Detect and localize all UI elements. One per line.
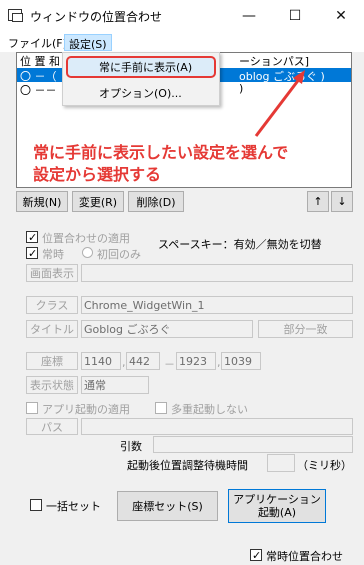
delete-button[interactable]: 削除(D) bbox=[128, 191, 184, 212]
bulk-set-label: 一括セット bbox=[46, 500, 101, 513]
first-only-radio[interactable] bbox=[82, 247, 93, 258]
apply-app-launch-checkbox[interactable] bbox=[26, 402, 38, 414]
title-label: タイトル bbox=[26, 320, 78, 338]
title-field[interactable]: Goblog ごぶろぐ bbox=[81, 320, 253, 338]
partial-match-box[interactable]: 部分一致 bbox=[258, 320, 353, 338]
coord-set-button[interactable]: 座標セット(S) bbox=[117, 491, 218, 521]
edit-button[interactable]: 変更(R) bbox=[72, 191, 124, 212]
annotation-text: 常に手前に表示したい設定を選んで 設定から選択する bbox=[33, 142, 343, 186]
coords-label: 座標 bbox=[26, 352, 78, 370]
display-state-select[interactable]: 通常 bbox=[81, 376, 149, 394]
class-label: クラス bbox=[26, 296, 78, 314]
wait-field[interactable] bbox=[267, 454, 295, 472]
class-field[interactable]: Chrome_WidgetWin_1 bbox=[81, 296, 353, 314]
move-down-button[interactable]: ↓ bbox=[331, 191, 353, 212]
no-multi-launch-label: 多重起動しない bbox=[171, 403, 248, 416]
move-up-button[interactable]: ↑ bbox=[307, 191, 329, 212]
space-key-hint: スペースキー：有効／無効を切替 bbox=[158, 238, 322, 251]
apply-app-launch-label: アプリ起動の適用 bbox=[42, 403, 130, 416]
coord-y2-field[interactable]: 1039 bbox=[221, 352, 261, 370]
display-state-label: 表示状態 bbox=[26, 376, 78, 394]
args-label: 引数 bbox=[120, 440, 142, 453]
always-label: 常時 bbox=[42, 248, 64, 261]
annotation-line-2: 設定から選択する bbox=[33, 165, 162, 184]
no-multi-launch-checkbox[interactable] bbox=[155, 402, 167, 414]
screen-label: 画面表示 bbox=[26, 264, 78, 282]
coord-y1-field[interactable]: 442 bbox=[126, 352, 160, 370]
path-field[interactable] bbox=[81, 418, 353, 435]
first-only-label: 初回のみ bbox=[97, 248, 141, 261]
always-align-checkbox[interactable] bbox=[250, 549, 262, 561]
coord-separator: , bbox=[122, 356, 126, 369]
always-checkbox[interactable] bbox=[26, 247, 38, 259]
always-align-label: 常時位置合わせ bbox=[266, 550, 343, 563]
coord-x2-field[interactable]: 1923 bbox=[176, 352, 216, 370]
app-launch-label-2: 起動(A) bbox=[257, 506, 297, 519]
wait-label: 起動後位置調整待機時間 bbox=[127, 459, 248, 472]
apply-position-checkbox[interactable] bbox=[26, 231, 38, 243]
wait-unit: （ミリ秒） bbox=[297, 459, 352, 472]
bulk-set-checkbox[interactable] bbox=[30, 499, 42, 511]
app-launch-label-1: アプリケーション bbox=[233, 493, 321, 506]
screen-field[interactable] bbox=[81, 264, 353, 282]
coord-separator: , bbox=[217, 356, 221, 369]
coord-dash: － bbox=[164, 358, 175, 371]
annotation-line-1: 常に手前に表示したい設定を選んで bbox=[33, 143, 289, 162]
new-button[interactable]: 新規(N) bbox=[16, 191, 68, 212]
path-label: パス bbox=[26, 418, 78, 435]
app-launch-button[interactable]: アプリケーション 起動(A) bbox=[228, 489, 326, 523]
apply-position-label: 位置合わせの適用 bbox=[42, 232, 130, 245]
args-field[interactable] bbox=[153, 436, 353, 453]
coord-x1-field[interactable]: 1140 bbox=[81, 352, 121, 370]
